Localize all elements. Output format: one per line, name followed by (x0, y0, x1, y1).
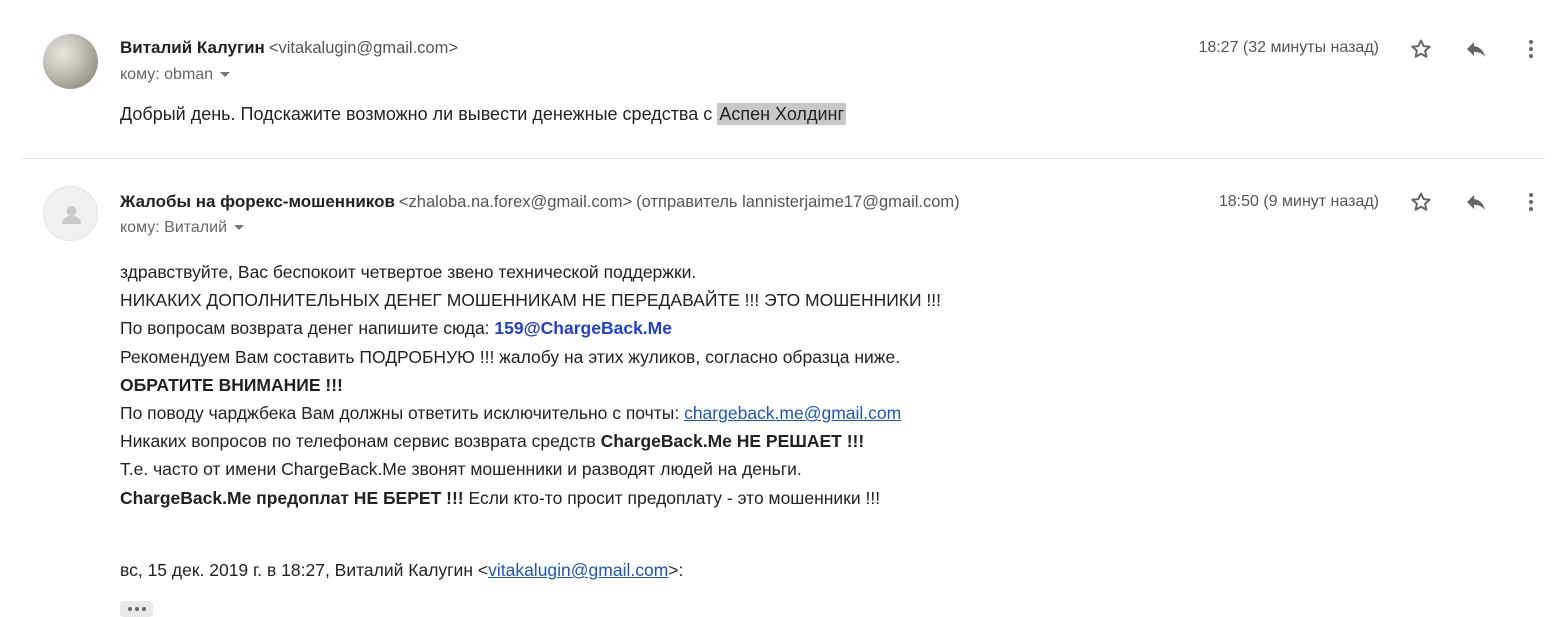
message-body: Добрый день. Подскажите возможно ли выве… (120, 103, 847, 125)
body-text: Добрый день. Подскажите возможно ли выве… (120, 104, 718, 124)
body-line-5: ОБРАТИТЕ ВНИМАНИЕ !!! (120, 374, 343, 395)
quote-header: вс, 15 дек. 2019 г. в 18:27, Виталий Кал… (120, 560, 683, 581)
reply-icon (1467, 195, 1485, 210)
body-line-3-text: По вопросам возврата денег напишите сюда… (120, 318, 495, 339)
sender-email: <zhaloba.na.forex@gmail.com> (398, 193, 633, 211)
body-line-7: Никаких вопросов по телефонам сервис воз… (120, 427, 941, 455)
body-line-8: Т.е. часто от имени ChargeBack.Me звонят… (120, 459, 802, 480)
show-trimmed-content-button[interactable] (120, 601, 153, 617)
body-line-9-text: Если кто-то просит предоплату - это моше… (463, 487, 881, 508)
more-options-button[interactable] (1517, 188, 1545, 216)
reply-button[interactable] (1462, 188, 1490, 216)
body-line-6: По поводу чарджбека Вам должны ответить … (120, 399, 941, 427)
sender-email: <vitakalugin@gmail.com> (268, 39, 458, 57)
more-vert-icon (1529, 193, 1533, 211)
email-message-1: Виталий Калугин <vitakalugin@gmail.com> к… (0, 0, 1567, 158)
quote-prefix: вс, 15 дек. 2019 г. в 18:27, Виталий Кал… (120, 560, 489, 580)
recipient-line[interactable]: кому: obman (120, 66, 231, 84)
ellipsis-icon (127, 607, 132, 611)
quote-suffix: >: (668, 560, 684, 580)
message-time: 18:50 (9 минут назад) (1218, 193, 1379, 210)
sender-name[interactable]: Виталий Калугин (120, 38, 265, 57)
reply-icon (1467, 42, 1485, 57)
recipient-label: кому: obman (120, 66, 214, 83)
star-icon (1411, 192, 1431, 211)
star-button[interactable] (1407, 188, 1435, 216)
sender-line: Жалобы на форекс-мошенников <zhaloba.na.f… (120, 192, 960, 212)
quote-email-link[interactable]: vitakalugin@gmail.com (488, 560, 668, 580)
more-vert-icon (1529, 40, 1533, 58)
sender-via: (отправитель lannisterjaime17@gmail.com) (636, 193, 960, 211)
body-line-7-text: Никаких вопросов по телефонам сервис воз… (120, 431, 601, 452)
sender-name[interactable]: Жалобы на форекс-мошенников (120, 192, 395, 211)
chargeback-email: 159@ChargeBack.Me (494, 318, 672, 339)
body-line-3: По вопросам возврата денег напишите сюда… (120, 314, 941, 342)
star-button[interactable] (1407, 35, 1435, 63)
more-options-button[interactable] (1517, 35, 1545, 63)
person-icon (62, 206, 81, 224)
body-line-7-bold: ChargeBack.Me НЕ РЕШАЕТ !!! (600, 431, 865, 452)
recipient-line[interactable]: кому: Виталий (120, 219, 245, 237)
star-icon (1411, 39, 1431, 58)
sender-line: Виталий Калугин <vitakalugin@gmail.com> (120, 38, 458, 58)
chevron-down-icon[interactable] (220, 72, 231, 78)
body-line-9: ChargeBack.Me предоплат НЕ БЕРЕТ !!! Есл… (120, 484, 941, 512)
chargeback-email-link[interactable]: chargeback.me@gmail.com (684, 403, 901, 423)
message-body: здравствуйте, Вас беспокоит четвертое зв… (120, 258, 941, 512)
chevron-down-icon[interactable] (234, 225, 245, 231)
body-line-1: здравствуйте, Вас беспокоит четвертое зв… (120, 262, 697, 282)
sender-avatar[interactable] (43, 186, 98, 241)
recipient-label: кому: Виталий (120, 219, 228, 236)
selected-text: Аспен Холдинг (717, 103, 847, 125)
body-line-2: НИКАКИХ ДОПОЛНИТЕЛЬНЫХ ДЕНЕГ МОШЕННИКАМ … (120, 290, 942, 311)
message-time: 18:27 (32 минуты назад) (1198, 39, 1379, 56)
reply-button[interactable] (1462, 35, 1490, 63)
body-line-4: Рекомендуем Вам составить ПОДРОБНУЮ !!! … (120, 346, 901, 367)
body-line-9-bold: ChargeBack.Me предоплат НЕ БЕРЕТ !!! (120, 487, 464, 508)
email-message-2: Жалобы на форекс-мошенников <zhaloba.na.f… (0, 160, 1567, 617)
body-line-6-text: По поводу чарджбека Вам должны ответить … (120, 403, 685, 424)
message-divider (22, 158, 1545, 159)
sender-avatar[interactable] (43, 34, 98, 89)
